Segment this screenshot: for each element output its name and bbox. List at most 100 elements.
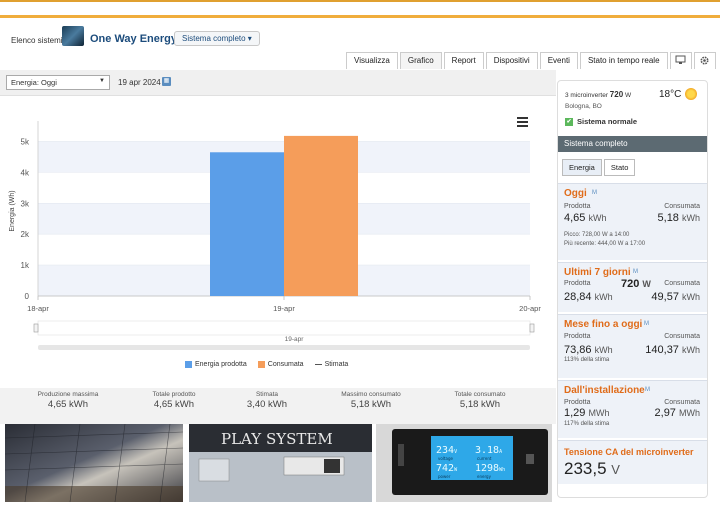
gear-icon[interactable] [693,52,716,69]
y-tick-label: 2k [21,230,30,239]
card-month-to-date: Mese fino a oggi M Prodotta Consumata 73… [558,314,707,378]
power-value: 720 W [621,278,651,290]
consumed-unit: kWh [682,213,700,223]
m-badge: M [644,321,649,327]
card-since-install: Dall'installazione M Prodotta Consumata … [558,380,707,438]
ac-voltage-title: Tensione CA del microinverter [564,447,694,457]
y-axis-label: Energia (Wh) [9,190,16,231]
main-tabs: Visualizza Grafico Report Dispositivi Ev… [346,52,718,69]
consumed-number: 140,37 [645,344,679,356]
microinverter-unit: W [624,92,632,99]
stat-label: Produzione massima [37,391,99,398]
card-last-7-days: Ultimi 7 giorni M Prodotta Consumata 720… [558,262,707,312]
card-today: Oggi M Prodotta Consumata 4,65 kWh 5,18 … [558,183,707,260]
recent-text: Più recente: 444,00 W a 17:00 [564,241,646,247]
power-number: 720 [621,278,640,290]
y-tick-label: 4k [21,168,30,177]
meter-voltage-label: voltage [438,456,453,461]
card-title: Mese fino a oggi [564,319,643,330]
consumed-number: 5,18 [657,212,679,224]
stat-value: 5,18 kWh [350,399,392,410]
legend-estimate-label: Stimata [324,361,349,368]
legend-consumed[interactable]: Consumata [257,361,304,368]
sidebar-tab-energia[interactable]: Energia [562,159,602,176]
produced-number: 73,86 [564,344,592,356]
stat-label: Stimata [255,391,279,398]
meter-energy: 1298 [475,463,499,474]
microinverter-power: 720 [609,90,624,99]
stats-bar: Produzione massima 4,65 kWh Totale prodo… [0,388,556,424]
stat-max-production: Produzione massima 4,65 kWh [28,391,108,410]
stat-label: Massimo consumato [341,391,401,398]
legend-consumed-label: Consumata [267,361,304,368]
stat-label: Totale prodotto [152,391,196,398]
consumed-number: 49,57 [651,291,679,303]
chart-toolbar: Energia: Oggi ▼ 19 apr 2024 ▦ [0,70,556,96]
x-tick-label: 20-apr [519,304,541,313]
stat-total-produced: Totale prodotto 4,65 kWh [134,391,214,410]
tab-dispositivi[interactable]: Dispositivi [485,52,538,69]
microinverter-prefix: 3 microinverter [565,92,608,99]
system-selector-dropdown[interactable]: Sistema completo ▾ [174,31,260,46]
tab-report[interactable]: Report [443,52,484,69]
ac-voltage-number: 233,5 [564,459,607,478]
sidebar-tab-stato[interactable]: Stato [603,159,636,176]
m-badge: M [592,190,597,196]
chevron-down-icon: ▼ [99,78,105,84]
stat-value: 5,18 kWh [459,399,501,410]
legend-estimate-line [314,364,322,365]
legend-estimate[interactable]: Stimata [314,361,349,368]
calendar-icon[interactable]: ▦ [162,77,171,86]
produced-unit: kWh [594,345,613,355]
period-select[interactable]: Energia: Oggi ▼ [6,75,110,90]
stat-max-consumed: Massimo consumato 5,18 kWh [331,391,411,410]
produced-unit: MWh [588,408,610,418]
produced-number: 4,65 [564,212,586,224]
navigator-track [37,320,531,336]
bar-consumed [284,135,358,296]
tab-grafico[interactable]: Grafico [399,52,442,69]
sidebar-section-title: Sistema completo [558,136,707,152]
tab-stato-tempo-reale[interactable]: Stato in tempo reale [579,52,668,69]
check-icon: ✔ [565,117,573,126]
card-title: Ultimi 7 giorni [564,267,631,278]
produced-label: Prodotta [564,203,591,210]
chart-area: 0 1k 2k 3k 4k 5k Energia (Wh) 18-apr 19-apr 20-ap… [0,96,556,388]
consumed-unit: MWh [679,408,700,418]
brand-text: PLAY SYSTEM [221,430,333,448]
consumed-value: 140,37 kWh [645,344,700,356]
date-label: 19 apr 2024 [118,78,161,87]
meter-voltage: 234 [436,445,454,456]
tab-visualizza[interactable]: Visualizza [346,52,398,69]
breadcrumb-systems-list[interactable]: Elenco sistemi [11,36,63,45]
system-status: ✔ Sistema normale [565,117,637,126]
legend-produced-swatch [185,361,192,368]
meter-energy-unit: Wh [499,467,505,473]
estimate-note: 117% della stima [564,421,610,427]
status-text: Sistema normale [577,117,638,126]
stat-value: 4,65 kWh [153,399,195,410]
power-unit: W [642,279,651,289]
stat-value: 3,40 kWh [246,399,288,410]
monitor-icon[interactable] [669,52,692,69]
sun-icon [685,88,697,100]
y-tick-label: 5k [21,137,30,146]
peak-text: Picco: 728,00 W a 14:00 [564,232,630,238]
consumed-unit: kWh [682,345,700,355]
estimate-note: 113% della stima [564,357,610,363]
consumed-label: Consumata [664,399,700,406]
meter-current-label: current [477,456,492,461]
system-thumbnail [62,26,84,46]
sidebar-tabs: Energia Stato [562,159,637,176]
stat-label: Totale consumato [454,391,506,398]
legend-produced[interactable]: Energia prodotta [185,361,247,368]
meter-power-label: power [438,474,451,479]
consumed-value: 5,18 kWh [658,212,700,224]
chart-menu-icon[interactable] [517,117,528,127]
consumed-number: 2,97 [654,407,676,419]
tab-eventi[interactable]: Eventi [539,52,578,69]
card-title: Dall'installazione [564,385,645,396]
produced-number: 28,84 [564,291,592,303]
navigator-handle-right [529,323,535,333]
scrollbar [38,345,530,350]
